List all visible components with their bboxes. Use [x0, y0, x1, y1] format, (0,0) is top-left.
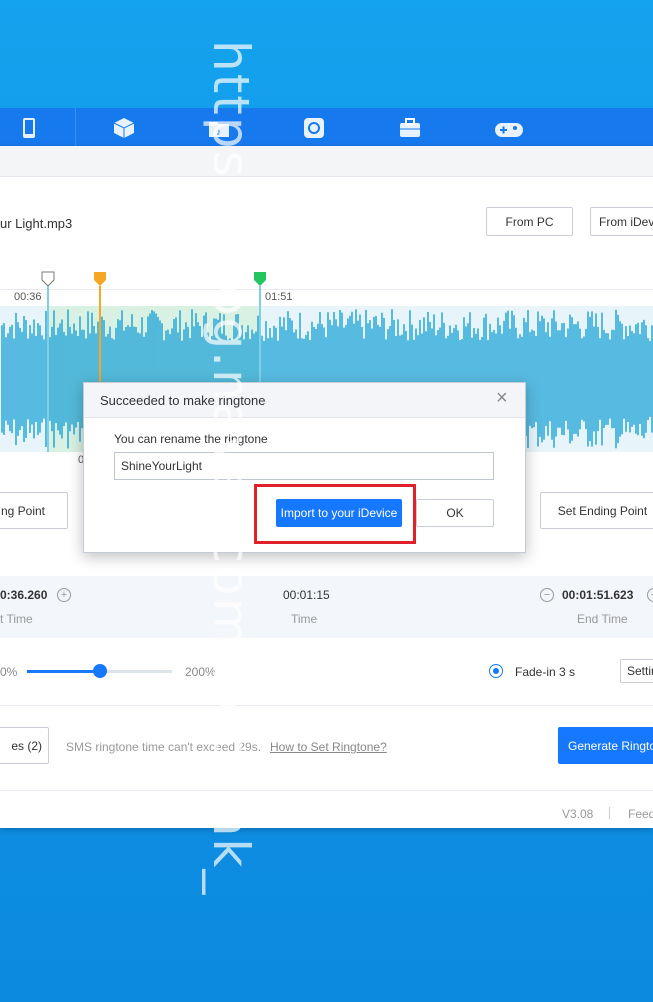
- watermark-text: https://blog.naver.com/nothink_: [202, 40, 260, 897]
- start-time-value[interactable]: 0:36.260: [0, 588, 47, 602]
- status-separator: [609, 807, 610, 819]
- version-label: V3.08: [562, 807, 594, 821]
- set-ending-point-button[interactable]: Set Ending Point: [540, 492, 653, 529]
- how-to-set-ringtone-link[interactable]: How to Set Ringtone?: [270, 740, 387, 754]
- feedback-link[interactable]: Feed: [628, 807, 653, 821]
- volume-slider-fill: [27, 670, 100, 673]
- fade-in-radio[interactable]: [489, 664, 503, 678]
- fade-in-label: Fade-in 3 s: [515, 665, 576, 679]
- tick-label: 01:51: [265, 291, 293, 303]
- end-time-label: End Time: [577, 612, 628, 626]
- divider: [0, 790, 653, 791]
- phone-icon[interactable]: [18, 117, 40, 139]
- plus-icon[interactable]: +: [57, 588, 71, 602]
- start-time-label: t Time: [0, 612, 33, 626]
- range-start-line: [47, 286, 49, 452]
- toolbox-icon[interactable]: [399, 117, 421, 139]
- highlight-box: [254, 484, 416, 544]
- tick-label: 00:36: [14, 291, 42, 303]
- ringtone-name-input[interactable]: ShineYourLight: [114, 452, 494, 480]
- set-starting-point-button[interactable]: ng Point: [0, 492, 68, 529]
- generate-ringtone-button[interactable]: Generate Ringto: [558, 727, 653, 764]
- cube-icon[interactable]: [113, 117, 135, 139]
- volume-slider-track[interactable]: [27, 664, 172, 678]
- top-navbar: ♪: [0, 108, 653, 146]
- refresh-icon[interactable]: [303, 117, 325, 139]
- volume-min-label: 0%: [0, 665, 18, 679]
- file-name: ur Light.mp3: [0, 216, 73, 231]
- fade-settings-button[interactable]: Settin: [620, 659, 653, 683]
- volume-slider-knob[interactable]: [92, 664, 107, 678]
- close-icon[interactable]: ×: [496, 387, 508, 410]
- from-pc-button[interactable]: From PC: [486, 207, 573, 236]
- dialog-title-bar: Succeeded to make ringtone ×: [84, 383, 525, 418]
- window-header: [0, 146, 653, 177]
- my-ringtones-button[interactable]: es (2): [0, 727, 49, 764]
- gamepad-icon[interactable]: [494, 117, 524, 139]
- divider: [0, 705, 653, 706]
- nav-separator: [75, 108, 76, 146]
- time-bar: [0, 576, 653, 638]
- ok-button[interactable]: OK: [416, 499, 494, 527]
- minus-icon[interactable]: −: [540, 588, 554, 602]
- from-idevice-button[interactable]: From iDev: [590, 207, 653, 236]
- duration-label: Time: [291, 612, 318, 626]
- end-time-value[interactable]: 00:01:51.623: [562, 588, 633, 602]
- duration-value: 00:01:15: [283, 588, 330, 602]
